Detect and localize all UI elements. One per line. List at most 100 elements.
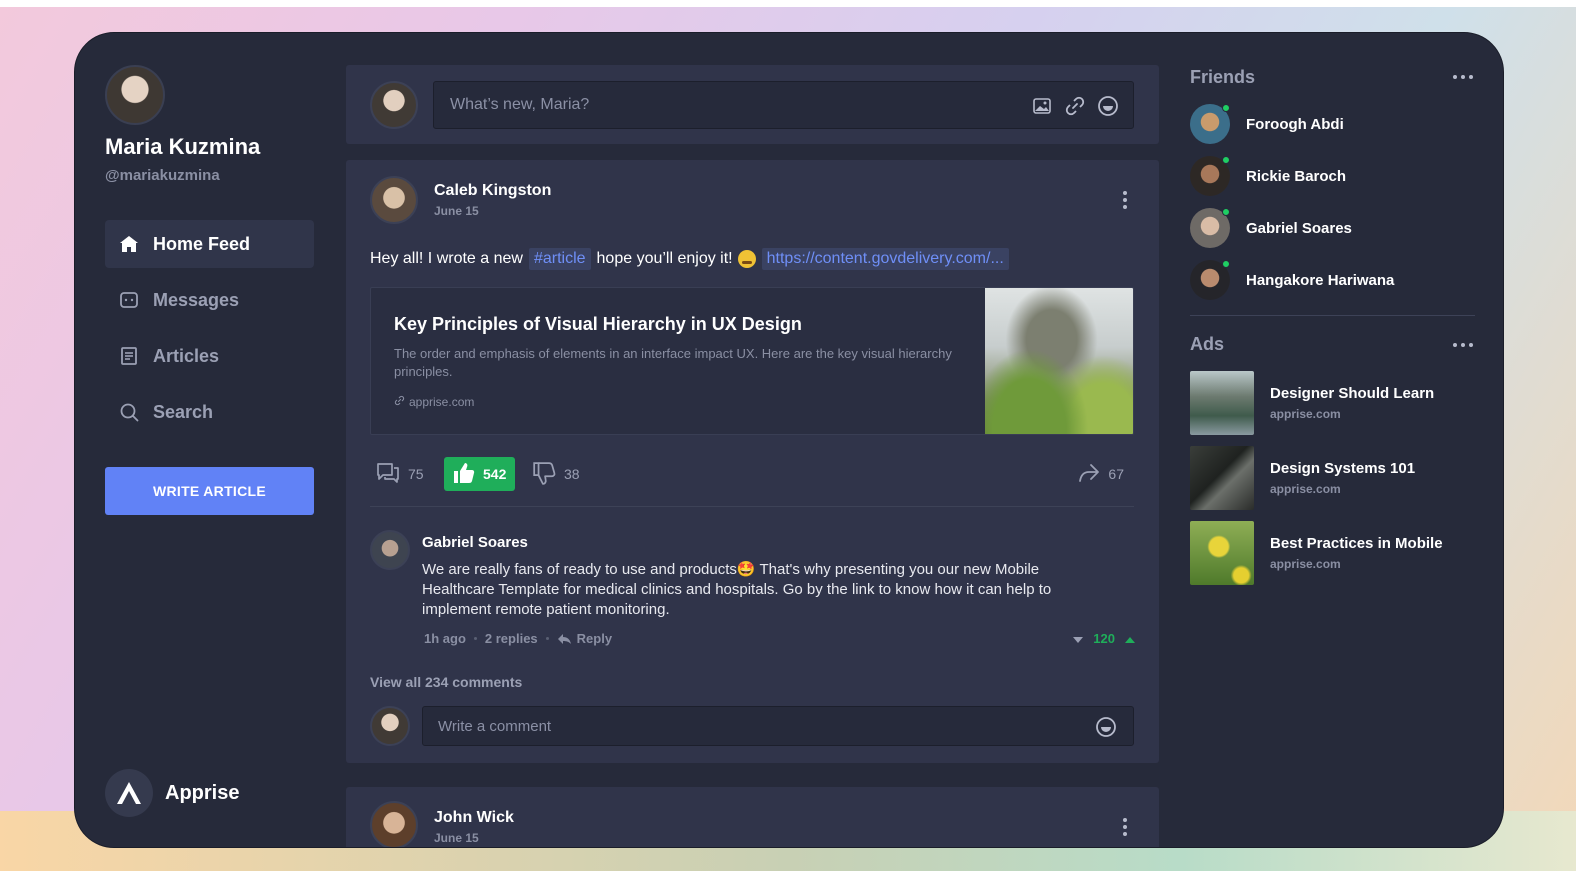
like-button[interactable]: 542 <box>444 457 515 491</box>
friends-more-icon[interactable] <box>1453 74 1473 80</box>
comment-replies-link[interactable]: 2 replies <box>485 631 538 646</box>
comments-button[interactable]: 75 <box>376 457 424 491</box>
dislikes-count: 38 <box>564 466 580 482</box>
view-all-comments-link[interactable]: View all 234 comments <box>370 674 522 690</box>
main-nav: Home Feed Messages Articles Search <box>105 220 314 444</box>
comment-text: We are really fans of ready to use and p… <box>422 561 1052 618</box>
friend-item[interactable]: Gabriel Soares <box>1190 207 1475 249</box>
friend-name: Rickie Baroch <box>1246 167 1347 185</box>
nav-item-messages[interactable]: Messages <box>105 276 314 324</box>
article-source: apprise.com <box>394 395 474 409</box>
likes-count: 542 <box>483 466 507 482</box>
post-text-before: Hey all! I wrote a new <box>370 250 523 267</box>
emoji-icon <box>737 250 756 268</box>
ad-thumbnail <box>1190 371 1254 435</box>
nav-item-label: Messages <box>153 289 240 310</box>
brand-name: Apprise <box>165 781 240 804</box>
article-thumbnail <box>985 288 1133 434</box>
ad-text: Designer Should Learn apprise.com <box>1270 385 1434 421</box>
commenter-avatar[interactable] <box>370 530 410 570</box>
post-text-after: hope you’ll enjoy it! <box>596 250 733 267</box>
articles-icon <box>119 346 139 366</box>
article-description: The order and emphasis of elements in an… <box>394 346 952 379</box>
ad-item[interactable]: Designer Should Learn apprise.com <box>1190 371 1475 435</box>
nav-item-label: Articles <box>153 345 220 366</box>
composer-input[interactable]: What’s new, Maria? <box>433 81 1134 129</box>
online-indicator <box>1222 260 1230 268</box>
search-icon <box>119 402 139 422</box>
post-date: June 15 <box>434 831 479 845</box>
composer-icons <box>1031 95 1119 117</box>
separator-dot <box>473 637 477 640</box>
reply-button[interactable]: Reply <box>557 631 612 646</box>
more-options-icon[interactable] <box>1115 815 1135 839</box>
separator-dot <box>545 637 549 640</box>
hashtag-link[interactable]: #article <box>528 248 591 270</box>
article-source-domain: apprise.com <box>409 395 475 409</box>
divider <box>1190 315 1475 316</box>
share-button[interactable]: 67 <box>1078 457 1124 491</box>
share-icon <box>1078 463 1100 486</box>
link-icon <box>394 395 405 409</box>
shares-count: 67 <box>1108 466 1124 482</box>
friend-item[interactable]: Rickie Baroch <box>1190 155 1475 197</box>
ad-item[interactable]: Best Practices in Mobile apprise.com <box>1190 521 1475 585</box>
user-avatar[interactable] <box>105 65 165 125</box>
feed-post: Caleb Kingston June 15 Hey all! I wrote … <box>346 160 1159 763</box>
more-options-icon[interactable] <box>1115 188 1135 212</box>
brand[interactable]: Apprise <box>105 769 239 817</box>
ad-thumbnail <box>1190 446 1254 510</box>
online-indicator <box>1222 104 1230 112</box>
ad-source: apprise.com <box>1270 482 1341 496</box>
ad-title: Designer Should Learn <box>1270 385 1435 402</box>
ads-title: Ads <box>1190 334 1225 354</box>
sidebar: Maria Kuzmina @mariakuzmina Home Feed Me… <box>105 33 315 847</box>
divider <box>370 506 1134 507</box>
comment-votes: 120 <box>1073 631 1135 646</box>
downvote-icon[interactable] <box>1073 631 1084 646</box>
article-preview-card[interactable]: Key Principles of Visual Hierarchy in UX… <box>370 287 1134 435</box>
ad-source: apprise.com <box>1270 557 1341 571</box>
link-icon[interactable] <box>1064 95 1086 117</box>
nav-item-search[interactable]: Search <box>105 388 314 436</box>
author-name[interactable]: Caleb Kingston <box>434 182 551 200</box>
apprise-logo-icon <box>105 769 153 817</box>
post-composer: What’s new, Maria? <box>346 65 1159 144</box>
friend-name: Foroogh Abdi <box>1246 115 1344 133</box>
post-actions: 75 542 38 67 <box>370 457 1134 492</box>
comment-icon <box>376 462 400 487</box>
thumbs-down-icon <box>532 461 556 488</box>
write-article-button[interactable]: WRITE ARTICLE <box>105 467 314 515</box>
ad-thumbnail <box>1190 521 1254 585</box>
friend-avatar <box>1190 260 1230 300</box>
top-strip <box>0 0 1576 7</box>
friend-item[interactable]: Hangakore Hariwana <box>1190 259 1475 301</box>
messages-icon <box>119 290 139 310</box>
ad-title: Best Practices in Mobile <box>1270 535 1443 552</box>
emoji-icon[interactable] <box>1097 95 1119 117</box>
comment-placeholder: Write a comment <box>438 717 552 735</box>
post-url-link[interactable]: https://content.govdelivery.com/... <box>761 248 1009 270</box>
avatar[interactable] <box>370 81 418 129</box>
dislike-button[interactable]: 38 <box>532 457 580 491</box>
emoji-icon[interactable] <box>1095 716 1117 742</box>
thumbs-up-icon <box>453 462 475 487</box>
image-icon[interactable] <box>1031 95 1053 117</box>
nav-item-home-feed[interactable]: Home Feed <box>105 220 314 268</box>
commenter-name[interactable]: Gabriel Soares <box>422 534 528 551</box>
upvote-icon[interactable] <box>1125 631 1135 646</box>
comment-input[interactable]: Write a comment <box>422 706 1134 746</box>
author-avatar[interactable] <box>370 176 418 224</box>
ads-more-icon[interactable] <box>1453 342 1473 348</box>
avatar[interactable] <box>370 706 410 746</box>
author-name[interactable]: John Wick <box>434 809 514 827</box>
nav-item-articles[interactable]: Articles <box>105 332 314 380</box>
friend-avatar <box>1190 156 1230 196</box>
online-indicator <box>1222 208 1230 216</box>
author-avatar[interactable] <box>370 801 418 847</box>
friend-item[interactable]: Foroogh Abdi <box>1190 103 1475 145</box>
friend-name: Gabriel Soares <box>1246 219 1352 237</box>
friend-name: Hangakore Hariwana <box>1246 271 1395 289</box>
comment-meta: 1h ago 2 replies Reply <box>424 631 612 646</box>
ad-item[interactable]: Design Systems 101 apprise.com <box>1190 446 1475 510</box>
